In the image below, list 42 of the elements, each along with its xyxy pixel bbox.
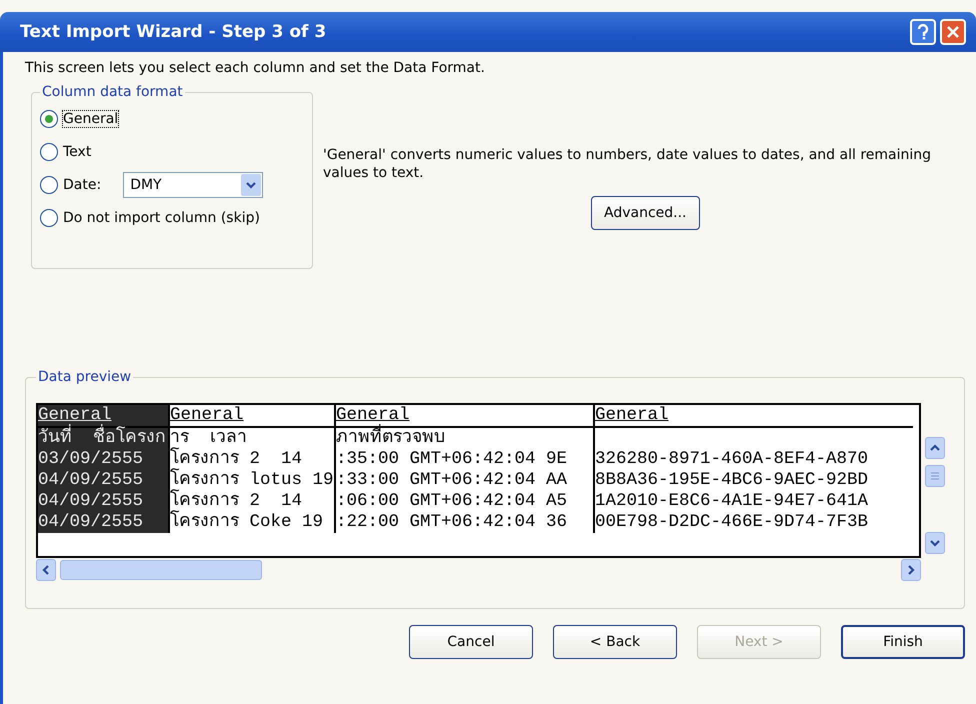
table-cell: 1A2010-E8C6-4A1E-94E7-641A <box>593 491 913 512</box>
table-cell: 8B8A36-195E-4BC6-9AEC-92BD <box>593 470 913 491</box>
advanced-button[interactable]: Advanced... <box>591 196 700 230</box>
instruction-text: This screen lets you select each column and set the Data Format. <box>25 60 486 76</box>
scroll-down-icon[interactable] <box>925 532 945 554</box>
radio-button[interactable] <box>40 176 58 194</box>
radio-button[interactable] <box>40 142 58 160</box>
radio-button[interactable] <box>40 110 58 128</box>
window-title: Text Import Wizard - Step 3 of 3 <box>20 22 328 42</box>
dialog-button[interactable]: Finish <box>841 625 965 659</box>
format-description: 'General' converts numeric values to numbers, date values to dates, and all remaining values to text. <box>323 146 932 182</box>
dialog-button[interactable]: Cancel <box>409 625 533 659</box>
table-cell: :22:00 GMT+06:42:04 36 <box>334 512 593 533</box>
help-icon[interactable] <box>910 19 936 45</box>
table-cell: 04/09/2555 <box>38 470 168 491</box>
scroll-thumb[interactable] <box>60 560 262 580</box>
table-cell: 00E798-D2DC-466E-9D74-7F3B <box>593 512 913 533</box>
group-title: Data preview <box>37 369 132 385</box>
table-cell: :06:00 GMT+06:42:04 A5 <box>334 491 593 512</box>
table-cell: :35:00 GMT+06:42:04 9E <box>334 449 593 470</box>
column-header[interactable]: General <box>593 405 913 428</box>
scroll-up-icon[interactable] <box>925 437 945 459</box>
table-cell: :33:00 GMT+06:42:04 AA <box>334 470 593 491</box>
option-label[interactable]: Date: <box>63 176 102 192</box>
table-cell: 04/09/2555 <box>38 491 168 512</box>
table-cell: 03/09/2555 <box>38 449 168 470</box>
scroll-left-icon[interactable] <box>36 559 56 581</box>
group-title: Column data format <box>41 84 184 100</box>
table-cell: โครงการ Coke 19 <box>168 512 334 533</box>
option-label[interactable]: Do not import column (skip) <box>63 210 260 226</box>
option-label[interactable]: Text <box>63 144 92 160</box>
table-cell: 04/09/2555 <box>38 512 168 533</box>
dialog-button[interactable]: < Back <box>553 625 677 659</box>
radio-button[interactable] <box>40 208 58 226</box>
column-header[interactable]: General <box>334 405 593 428</box>
scroll-thumb[interactable] <box>925 465 945 487</box>
option-label[interactable]: General <box>63 110 118 126</box>
date-format-dropdown[interactable]: DMY <box>123 172 264 198</box>
table-cell: 326280-8971-460A-8EF4-A870 <box>593 449 913 470</box>
close-icon[interactable] <box>940 19 966 45</box>
scroll-right-icon[interactable] <box>901 559 921 581</box>
column-header[interactable]: General <box>168 405 334 428</box>
